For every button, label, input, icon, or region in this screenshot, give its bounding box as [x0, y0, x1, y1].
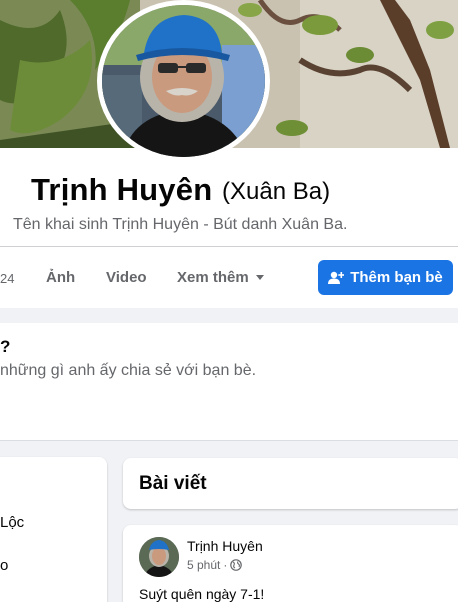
about-item: o: [0, 557, 9, 574]
profile-bio: Tên khai sinh Trịnh Huyên - Bút danh Xuâ…: [13, 216, 348, 233]
intro-description: những gì anh ấy chia sẻ với bạn bè.: [0, 362, 257, 379]
add-friend-button[interactable]: Thêm bạn bè: [318, 260, 453, 295]
post-timestamp[interactable]: 5 phút: [187, 558, 220, 572]
caret-down-icon: [255, 275, 264, 280]
post-author-name[interactable]: Trịnh Huyên: [187, 538, 263, 554]
tab-friends-count[interactable]: 24: [0, 271, 14, 286]
intro-card: ? những gì anh ấy chia sẻ với bạn bè.: [0, 323, 458, 441]
header-divider: [0, 246, 458, 247]
post-author-avatar[interactable]: [139, 537, 179, 577]
post-author-avatar-art: [139, 537, 179, 577]
post-text: Suýt quên ngày 7-1!: [139, 586, 265, 602]
about-card: Lộc o: [0, 457, 107, 602]
post-meta: 5 phút ·: [187, 558, 243, 572]
profile-picture-wrapper[interactable]: [97, 0, 270, 162]
tab-photos[interactable]: Ảnh: [46, 269, 75, 286]
post-meta-separator: ·: [223, 558, 228, 572]
person-plus-icon: [328, 271, 345, 284]
globe-icon[interactable]: [230, 559, 243, 571]
profile-picture[interactable]: [97, 0, 270, 162]
posts-header-card: Bài viết: [123, 458, 458, 509]
profile-name: Trịnh Huyên: [31, 172, 213, 207]
profile-alternate-name: (Xuân Ba): [222, 178, 331, 205]
tab-more-label: Xem thêm: [177, 269, 249, 286]
tab-more[interactable]: Xem thêm: [177, 269, 264, 286]
post-card: Trịnh Huyên 5 phút · Suýt quên ngày 7-1!: [123, 525, 458, 602]
intro-question: ?: [0, 337, 11, 356]
posts-title: Bài viết: [139, 473, 207, 494]
tab-video[interactable]: Video: [106, 269, 147, 286]
add-friend-label: Thêm bạn bè: [350, 269, 443, 286]
about-item: Lộc: [0, 514, 25, 531]
profile-picture-art: [102, 5, 265, 157]
